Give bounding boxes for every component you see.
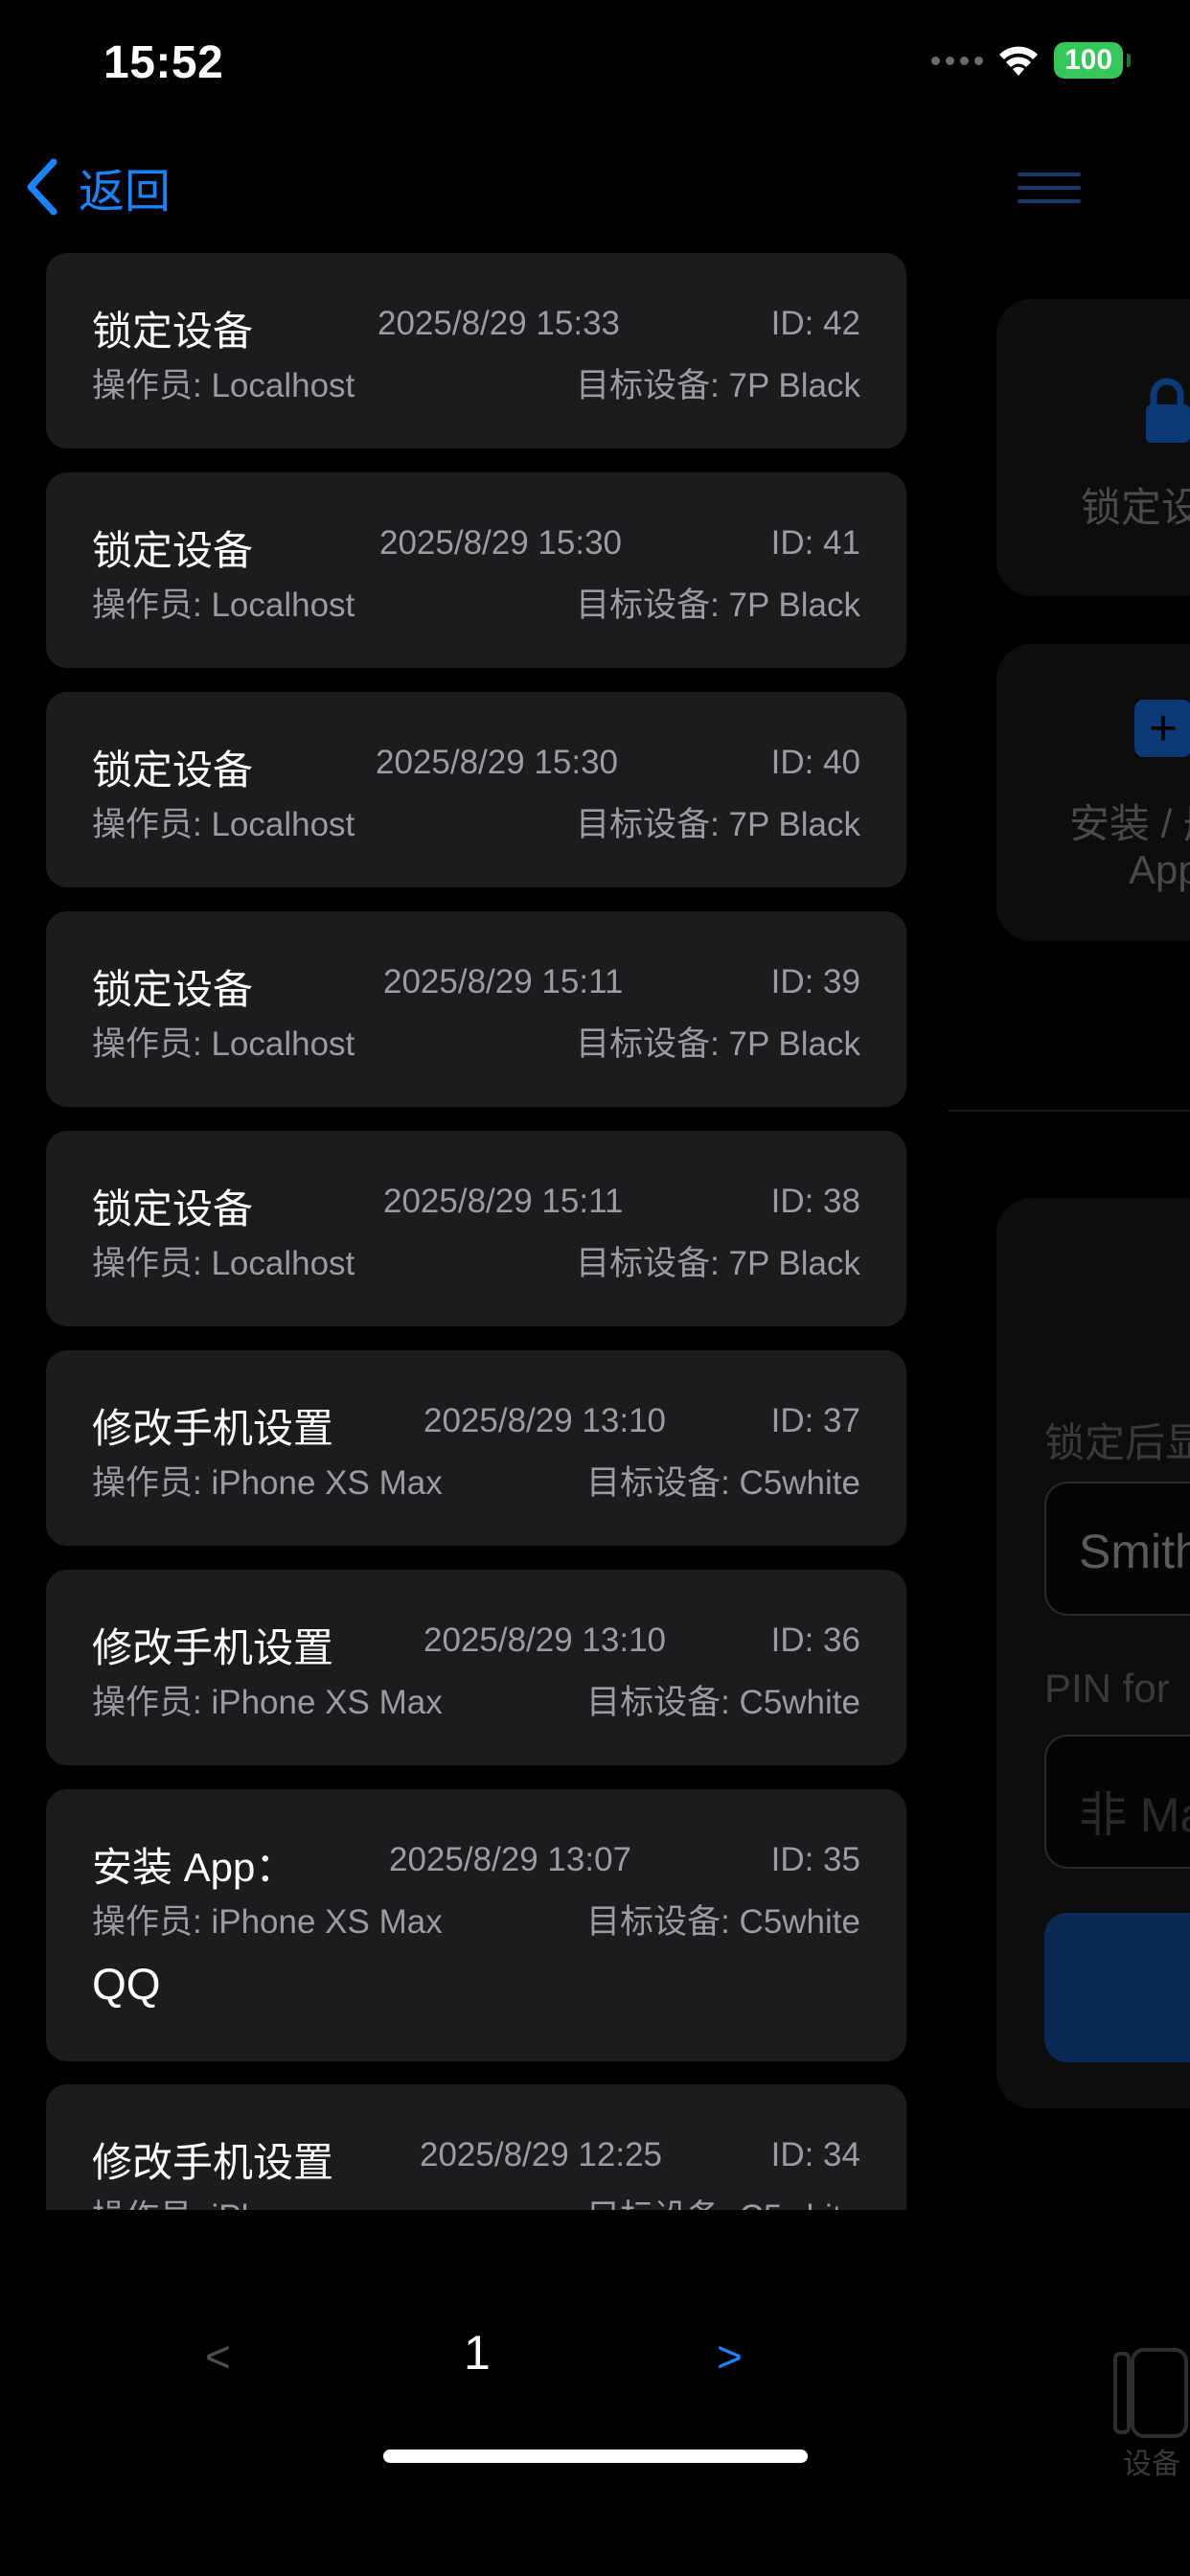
- log-operator: 操作员: Localhost: [92, 586, 355, 624]
- cellular-signal-icon: [931, 56, 983, 65]
- log-operator: 操作员: iPhone XS Max: [92, 1684, 443, 1721]
- log-operator: 操作员: Localhost: [92, 1245, 355, 1282]
- log-title: 安装 App：: [92, 1845, 296, 1890]
- plus-icon: +: [1134, 700, 1190, 757]
- log-target: 目标设备: C5white: [586, 2190, 860, 2210]
- divider: [949, 1110, 1190, 1112]
- log-title: 锁定设备: [92, 1186, 254, 1231]
- log-item[interactable]: 锁定设备 2025/8/29 15:30 ID: 40 操作员: Localho…: [46, 692, 906, 887]
- log-target: 目标设备: 7P Black: [576, 1245, 860, 1282]
- battery-icon: 100: [1054, 42, 1131, 79]
- log-title: 修改手机设置: [92, 2140, 334, 2185]
- log-item[interactable]: 锁定设备 2025/8/29 15:11 ID: 39 操作员: Localho…: [46, 911, 906, 1107]
- log-target: 目标设备: C5white: [586, 1464, 860, 1502]
- log-target: 目标设备: 7P Black: [576, 1025, 860, 1063]
- log-target: 目标设备: 7P Black: [576, 586, 860, 624]
- log-id: ID: 37: [770, 1402, 860, 1439]
- log-title: 锁定设备: [92, 967, 254, 1012]
- wifi-icon: [999, 46, 1038, 76]
- log-item[interactable]: 修改手机设置 2025/8/29 12:25 ID: 34 操作员: iPhon…: [46, 2084, 906, 2210]
- log-id: ID: 34: [770, 2136, 860, 2174]
- log-id: ID: 39: [770, 963, 860, 1000]
- lock-icon: [1146, 378, 1190, 443]
- back-label: 返回: [79, 167, 172, 218]
- log-time: 2025/8/29 15:11: [383, 1183, 624, 1220]
- status-time: 15:52: [103, 37, 224, 88]
- next-page-button[interactable]: >: [717, 2331, 743, 2382]
- log-id: ID: 38: [770, 1183, 860, 1220]
- log-target: 目标设备: 7P Black: [576, 806, 860, 843]
- lock-submit-button[interactable]: [1044, 1913, 1190, 2062]
- status-icons: 100: [931, 42, 1131, 79]
- log-id: ID: 40: [770, 744, 860, 781]
- current-page: 1: [464, 2326, 491, 2380]
- log-item[interactable]: 修改手机设置 2025/8/29 13:10 ID: 36 操作员: iPhon…: [46, 1570, 906, 1765]
- log-target: 目标设备: C5white: [586, 1903, 860, 1941]
- log-time: 2025/8/29 15:33: [378, 305, 621, 342]
- log-time: 2025/8/29 13:10: [423, 1622, 667, 1659]
- log-id: ID: 41: [770, 524, 860, 562]
- lock-text-label: 锁定后显: [1044, 1420, 1190, 1465]
- back-button[interactable]: 返回: [23, 153, 171, 220]
- screen: 15:52 100 锁定设 + 安装 / 册 App 锁定后显 Smith PI…: [0, 0, 1190, 2576]
- log-title: 锁定设备: [92, 748, 254, 793]
- log-app-name: QQ: [92, 1959, 161, 2009]
- install-card-label: 安装 / 册: [1069, 801, 1190, 846]
- prev-page-button[interactable]: <: [205, 2331, 231, 2382]
- log-title: 锁定设备: [92, 309, 254, 354]
- log-list[interactable]: 锁定设备 2025/8/29 15:33 ID: 42 操作员: Localho…: [46, 253, 906, 2210]
- log-operator: 操作员: iPhone: [92, 2190, 315, 2210]
- log-time: 2025/8/29 15:11: [383, 963, 624, 1000]
- log-item[interactable]: 锁定设备 2025/8/29 15:33 ID: 42 操作员: Localho…: [46, 253, 906, 448]
- pin-input-placeholder: 非 Ma: [1079, 1788, 1190, 1842]
- log-item[interactable]: 锁定设备 2025/8/29 15:11 ID: 38 操作员: Localho…: [46, 1131, 906, 1326]
- menu-icon[interactable]: [1018, 172, 1081, 207]
- log-operator: 操作员: Localhost: [92, 367, 355, 404]
- log-operator: 操作员: Localhost: [92, 1025, 355, 1063]
- log-title: 修改手机设置: [92, 1625, 334, 1670]
- log-id: ID: 36: [770, 1622, 860, 1659]
- pin-label: PIN for: [1044, 1666, 1170, 1711]
- log-id: ID: 35: [770, 1841, 860, 1878]
- install-card-label-2: App: [1129, 847, 1190, 892]
- log-item[interactable]: 锁定设备 2025/8/29 15:30 ID: 41 操作员: Localho…: [46, 472, 906, 668]
- lock-card[interactable]: [996, 299, 1190, 596]
- home-indicator: [383, 2450, 808, 2463]
- log-item[interactable]: 修改手机设置 2025/8/29 13:10 ID: 37 操作员: iPhon…: [46, 1350, 906, 1546]
- device-tab-label: 设备: [1123, 2449, 1180, 2480]
- log-operator: 操作员: iPhone XS Max: [92, 1464, 443, 1502]
- log-time: 2025/8/29 13:10: [423, 1402, 667, 1439]
- log-target: 目标设备: C5white: [586, 1684, 860, 1721]
- log-id: ID: 42: [770, 305, 860, 342]
- log-operator: 操作员: Localhost: [92, 806, 355, 843]
- log-title: 修改手机设置: [92, 1406, 334, 1451]
- log-time: 2025/8/29 15:30: [376, 744, 619, 781]
- log-item[interactable]: 安装 App： 2025/8/29 13:07 ID: 35 操作员: iPho…: [46, 1789, 906, 2061]
- chevron-left-icon: [27, 158, 57, 216]
- log-time: 2025/8/29 12:25: [420, 2136, 663, 2174]
- log-title: 锁定设备: [92, 528, 254, 573]
- log-time: 2025/8/29 15:30: [379, 524, 623, 562]
- log-operator: 操作员: iPhone XS Max: [92, 1903, 443, 1941]
- log-target: 目标设备: 7P Black: [576, 367, 860, 404]
- name-input-value: Smith: [1079, 1525, 1190, 1578]
- lock-card-label: 锁定设: [1081, 485, 1190, 530]
- log-time: 2025/8/29 13:07: [389, 1841, 632, 1878]
